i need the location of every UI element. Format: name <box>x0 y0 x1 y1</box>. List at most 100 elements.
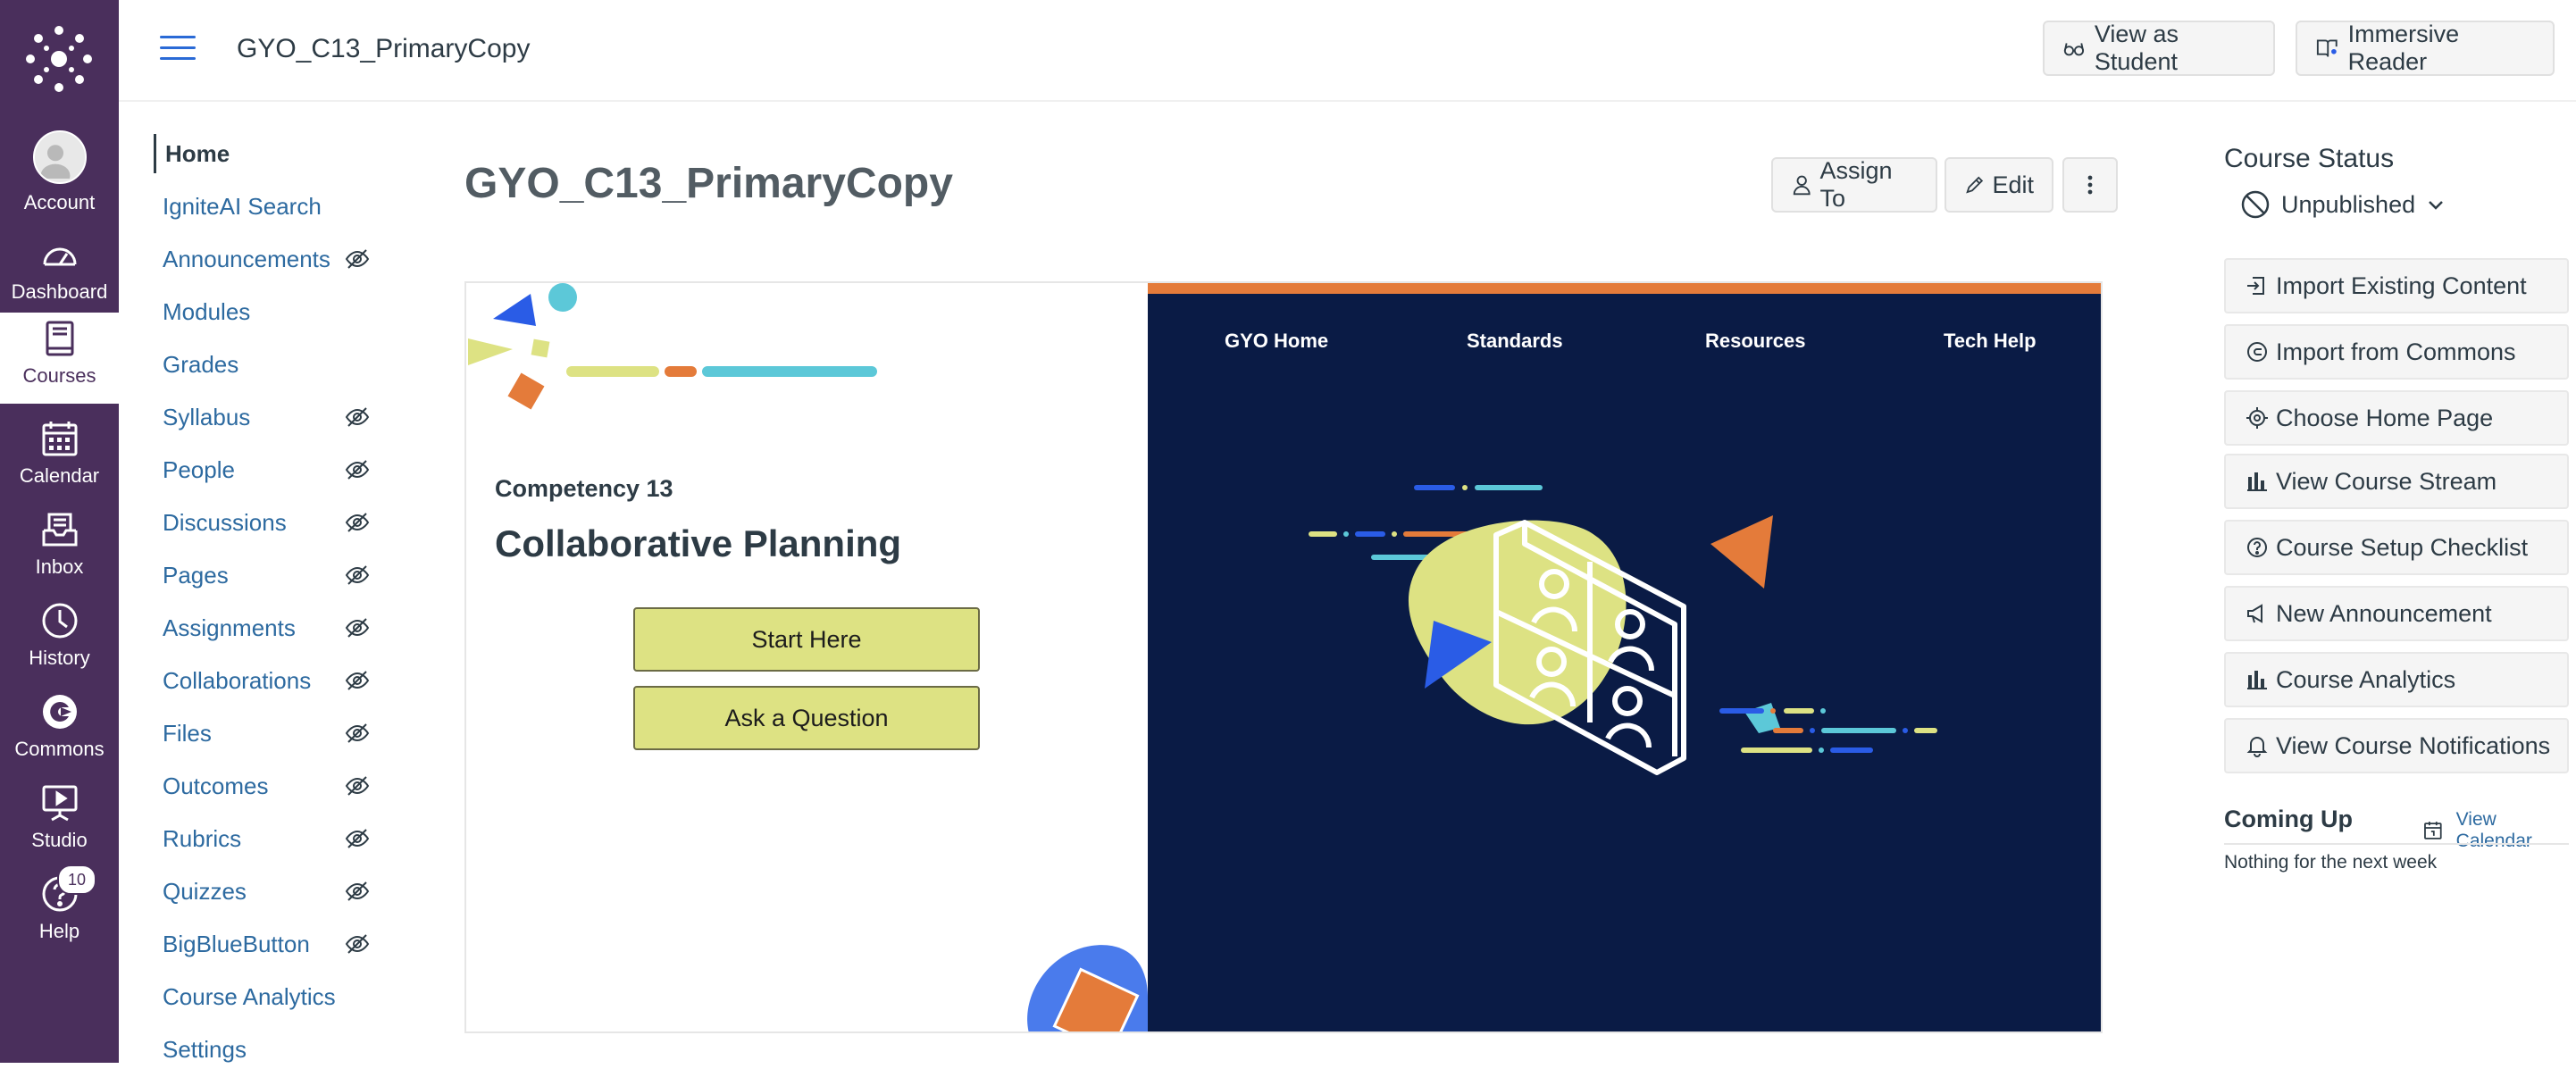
publish-status-dropdown[interactable]: Unpublished <box>2240 189 2446 220</box>
banner-nav-gyo-home[interactable]: GYO Home <box>1225 330 1328 353</box>
competency-title: Collaborative Planning <box>495 522 902 564</box>
course-nav-label: Settings <box>163 1035 247 1063</box>
more-options-button[interactable] <box>2062 157 2118 213</box>
hidden-eye-icon <box>345 934 370 954</box>
competency-label: Competency 13 <box>495 475 673 502</box>
immersive-reader-icon <box>2316 39 2338 57</box>
course-nav-discussions[interactable]: Discussions <box>154 503 386 542</box>
hidden-eye-icon <box>345 723 370 743</box>
banner-nav-tech-help[interactable]: Tech Help <box>1944 330 2037 353</box>
hidden-eye-icon <box>345 618 370 638</box>
hidden-eye-icon <box>345 671 370 690</box>
course-nav-modules[interactable]: Modules <box>154 292 386 331</box>
sidebar-button-label: Import Existing Content <box>2276 271 2527 299</box>
hidden-eye-icon <box>345 513 370 532</box>
global-nav-studio[interactable]: Studio <box>0 777 119 868</box>
course-nav-label: Discussions <box>163 508 287 536</box>
new-announcement-button[interactable]: New Announcement <box>2224 586 2569 641</box>
course-nav-label: Quizzes <box>163 877 247 905</box>
kebab-menu-icon <box>2087 175 2093 195</box>
course-nav-assignments[interactable]: Assignments <box>154 608 386 647</box>
hidden-eye-icon <box>345 460 370 480</box>
view-course-stream-button[interactable]: View Course Stream <box>2224 454 2569 509</box>
choose-home-page-button[interactable]: Choose Home Page <box>2224 390 2569 446</box>
course-nav-label: Syllabus <box>163 403 251 430</box>
hidden-eye-icon <box>345 881 370 901</box>
person-icon <box>1793 175 1811 196</box>
course-nav-quizzes[interactable]: Quizzes <box>154 872 386 911</box>
banner-nav-resources[interactable]: Resources <box>1705 330 1806 353</box>
sidebar-button-label: Course Analytics <box>2276 665 2456 693</box>
view-calendar-link[interactable]: View Calendar <box>2422 809 2576 852</box>
course-nav-settings[interactable]: Settings <box>154 1030 386 1069</box>
hamburger-menu-button[interactable] <box>160 36 196 63</box>
unpublished-label: Unpublished <box>2281 190 2416 218</box>
course-nav-announcements[interactable]: Announcements <box>154 239 386 279</box>
course-analytics-button[interactable]: Course Analytics <box>2224 652 2569 707</box>
course-nav-bigbluebutton[interactable]: BigBlueButton <box>154 924 386 964</box>
megaphone-icon <box>2247 604 2262 623</box>
global-nav-commons[interactable]: Commons <box>0 686 119 777</box>
canvas-logo-icon[interactable] <box>25 25 93 93</box>
sidebar-button-label: Choose Home Page <box>2276 404 2494 431</box>
assign-to-button[interactable]: Assign To <box>1771 157 1937 213</box>
view-calendar-label: View Calendar <box>2455 809 2532 851</box>
bar-chart-icon <box>2247 671 2267 689</box>
course-nav-ignite-ai-search[interactable]: IgniteAI Search <box>154 187 386 226</box>
course-setup-checklist-button[interactable]: Course Setup Checklist <box>2224 520 2569 575</box>
course-nav-course-analytics[interactable]: Course Analytics <box>154 977 386 1016</box>
global-navigation: Account Dashboard Courses Calendar Inbox… <box>0 0 119 1063</box>
assign-to-label: Assign To <box>1819 157 1893 212</box>
banner-nav-standards[interactable]: Standards <box>1467 330 1563 353</box>
global-nav-label: Calendar <box>19 464 100 487</box>
coming-up-heading: Coming Up <box>2224 806 2353 832</box>
immersive-reader-button[interactable]: Immersive Reader <box>2296 21 2555 76</box>
course-nav-grades[interactable]: Grades <box>154 345 386 384</box>
breadcrumb-course-title[interactable]: GYO_C13_PrimaryCopy <box>237 34 530 64</box>
view-as-student-label: View as Student <box>2094 21 2179 75</box>
import-existing-content-button[interactable]: Import Existing Content <box>2224 258 2569 313</box>
speedometer-icon <box>43 247 76 266</box>
page-title: GYO_C13_PrimaryCopy <box>464 160 953 207</box>
course-nav-rubrics[interactable]: Rubrics <box>154 819 386 858</box>
course-nav-files[interactable]: Files <box>154 714 386 753</box>
course-nav-label: IgniteAI Search <box>163 192 322 220</box>
import-from-commons-button[interactable]: Import from Commons <box>2224 324 2569 380</box>
calendar-icon <box>2424 822 2442 839</box>
course-nav-label: Pages <box>163 561 229 589</box>
global-nav-account[interactable]: Account <box>0 129 119 220</box>
course-nav-home[interactable]: Home <box>154 134 389 173</box>
sidebar-button-label: View Course Stream <box>2276 467 2497 495</box>
course-nav-pages[interactable]: Pages <box>154 555 386 595</box>
global-nav-calendar[interactable]: Calendar <box>0 413 119 504</box>
course-nav-label: Home <box>165 139 230 167</box>
hidden-eye-icon <box>345 407 370 427</box>
global-nav-label: Account <box>23 191 96 213</box>
chevron-down-icon <box>2429 201 2443 210</box>
decorative-shapes-icon <box>468 283 877 410</box>
global-nav-history[interactable]: History <box>0 595 119 686</box>
course-nav-outcomes[interactable]: Outcomes <box>154 766 386 806</box>
global-nav-label: Courses <box>22 364 96 387</box>
course-header: GYO_C13_PrimaryCopy View as Student Imme… <box>119 0 2576 102</box>
course-nav-label: Rubrics <box>163 824 242 852</box>
global-nav-courses[interactable]: Courses <box>0 313 119 404</box>
view-as-student-button[interactable]: View as Student <box>2043 21 2275 76</box>
global-nav-dashboard[interactable]: Dashboard <box>0 229 119 320</box>
decorative-blob-icon <box>1027 945 1148 1031</box>
course-nav-label: Course Analytics <box>163 982 336 1010</box>
course-nav-label: Files <box>163 719 212 747</box>
course-nav-syllabus[interactable]: Syllabus <box>154 397 386 437</box>
course-nav-collaborations[interactable]: Collaborations <box>154 661 386 700</box>
ask-question-button[interactable]: Ask a Question <box>633 686 980 750</box>
start-here-button[interactable]: Start Here <box>633 607 980 672</box>
view-course-notifications-button[interactable]: View Course Notifications <box>2224 718 2569 773</box>
target-icon <box>2246 407 2268 429</box>
course-nav-people[interactable]: People <box>154 450 386 489</box>
global-nav-inbox[interactable]: Inbox <box>0 504 119 595</box>
course-status-heading: Course Status <box>2224 144 2395 173</box>
edit-button[interactable]: Edit <box>1945 157 2053 213</box>
course-nav-label: Grades <box>163 350 239 378</box>
glasses-icon <box>2063 43 2085 56</box>
studio-icon <box>42 785 77 822</box>
